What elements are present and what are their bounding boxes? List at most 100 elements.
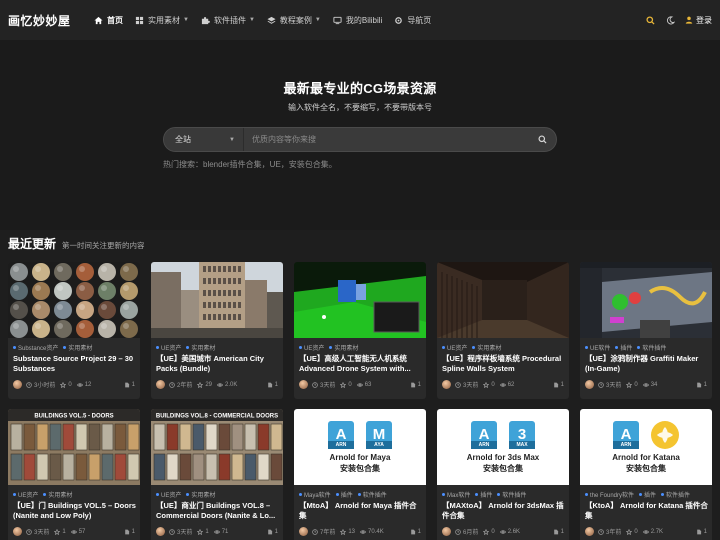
resource-count: 1	[696, 529, 707, 535]
software-package: 安装包合集	[626, 463, 666, 473]
star-count-value: 1	[62, 528, 66, 535]
nav-bilibili[interactable]: 我的Bilibili	[333, 0, 382, 40]
card-tag[interactable]: 软件插件	[502, 490, 526, 499]
avatar[interactable]	[13, 527, 22, 536]
monitor-icon	[333, 16, 342, 24]
card-tag[interactable]: 实用素材	[191, 490, 215, 499]
card-thumbnail[interactable]: BUILDINGS VOL.8 - COMMERCIAL DOORS	[151, 409, 283, 485]
avatar[interactable]	[585, 380, 594, 389]
card-tag[interactable]: 实用素材	[334, 343, 358, 352]
card-title[interactable]: 【UE】高级人工智能无人机系统 Advanced Drone System wi…	[299, 354, 423, 374]
site-logo[interactable]: 画忆妙妙屋	[8, 12, 90, 29]
card-tag[interactable]: the Foundry软件	[590, 490, 634, 499]
card-tag[interactable]: 软件插件	[363, 490, 387, 499]
card-tag[interactable]: 实用素材	[191, 343, 215, 352]
card-tag[interactable]: UE资产	[447, 343, 467, 352]
nav-materials[interactable]: 实用素材 ▼	[135, 0, 189, 40]
card-title[interactable]: 【KtoA】 Arnold for Katana 插件合集	[585, 501, 709, 521]
software-name: Arnold for Katana	[612, 452, 680, 462]
card-thumbnail[interactable]	[151, 262, 283, 338]
card-tag[interactable]: UE资产	[18, 490, 38, 499]
post-card[interactable]: UE资产 实用素材 【UE】美国城市 American City Packs (B…	[151, 262, 283, 399]
nav-tutorials[interactable]: 教程案例 ▼	[267, 0, 321, 40]
resource-count: 1	[553, 382, 564, 388]
search-input[interactable]	[244, 128, 528, 151]
avatar[interactable]	[442, 527, 451, 536]
card-title[interactable]: Substance Source Project 29 – 30 Substan…	[13, 354, 137, 374]
card-tag[interactable]: 实用素材	[48, 490, 72, 499]
resource-count-value: 1	[703, 528, 707, 535]
search-scope-select[interactable]: 全站 ▼	[164, 128, 244, 151]
post-card[interactable]: UE软件 插件 软件插件 【UE】涂鸦制作器 Graffiti Maker (In-…	[580, 262, 712, 399]
avatar[interactable]	[156, 527, 165, 536]
card-thumbnail[interactable]: A ARN M AYA Arnold for Maya 安装包合集	[294, 409, 426, 485]
card-tag[interactable]: 插件	[341, 490, 353, 499]
card-title[interactable]: 【UE】商业门 Buildings VOL.8 – Commercial Doo…	[156, 501, 280, 521]
avatar[interactable]	[585, 527, 594, 536]
card-tag[interactable]: Max软件	[447, 490, 470, 499]
post-card[interactable]: A ARN M AYA Arnold for Maya 安装包合集 Maya软件 插件 软…	[294, 409, 426, 540]
card-tags: UE软件 插件 软件插件	[585, 343, 666, 352]
clock-icon	[598, 381, 604, 388]
card-title[interactable]: 【MAXtoA】 Arnold for 3dsMax 插件合集	[442, 501, 566, 521]
hero-subtitle: 输入软件全名，不要缩写，不要带版本号	[288, 103, 432, 112]
card-title[interactable]: 【MtoA】 Arnold for Maya 插件合集	[299, 501, 423, 521]
post-card[interactable]: A ARN 3 MAX Arnold for 3ds Max 安装包合集 Max软件 插…	[437, 409, 569, 540]
card-thumbnail[interactable]	[294, 262, 426, 338]
avatar[interactable]	[299, 527, 308, 536]
file-icon	[696, 382, 701, 387]
avatar[interactable]	[299, 380, 308, 389]
view-count: 34	[642, 382, 657, 388]
section-subtitle: 第一时间关注更新的内容	[62, 241, 145, 250]
search-button[interactable]	[528, 128, 556, 151]
nav-home[interactable]: 首页	[94, 0, 123, 40]
card-tag[interactable]: Substance资产	[18, 343, 58, 352]
card-thumbnail[interactable]: BUILDINGS VOL.5 - DOORS	[8, 409, 140, 485]
avatar[interactable]	[442, 380, 451, 389]
card-tag[interactable]: 插件	[620, 343, 632, 352]
tag-dot-icon	[661, 493, 665, 496]
card-tag[interactable]: 插件	[480, 490, 492, 499]
software-logo-icon: 3 MAX	[509, 420, 535, 449]
nav-guide[interactable]: 导航页	[394, 0, 431, 40]
card-tag[interactable]: 软件插件	[666, 490, 690, 499]
post-time: 3天前	[312, 380, 335, 389]
post-card[interactable]: BUILDINGS VOL.8 - COMMERCIAL DOORS UE资产 实…	[151, 409, 283, 540]
card-tag[interactable]: 实用素材	[477, 343, 501, 352]
card-tag[interactable]: 插件	[644, 490, 656, 499]
post-card[interactable]: BUILDINGS VOL.5 - DOORS UE资产 实用素材 【UE】门 B…	[8, 409, 140, 540]
card-tag[interactable]: 实用素材	[68, 343, 92, 352]
card-thumbnail[interactable]	[8, 262, 140, 338]
card-tag[interactable]: UE资产	[304, 343, 324, 352]
star-count: 0	[60, 381, 72, 388]
card-tag[interactable]: Maya软件	[304, 490, 331, 499]
avatar[interactable]	[156, 380, 165, 389]
post-card[interactable]: UE资产 实用素材 【UE】高级人工智能无人机系统 Advanced Drone …	[294, 262, 426, 399]
card-title[interactable]: 【UE】门 Buildings VOL.5 – Doors (Nanite an…	[13, 501, 137, 521]
card-tag[interactable]: UE资产	[161, 490, 181, 499]
post-card[interactable]: Substance资产 实用素材 Substance Source Project…	[8, 262, 140, 399]
card-thumbnail[interactable]: A ARN 3 MAX Arnold for 3ds Max 安装包合集	[437, 409, 569, 485]
card-title[interactable]: 【UE】程序样板墙系统 Procedural Spline Walls Syst…	[442, 354, 566, 374]
moon-icon[interactable]	[661, 11, 679, 29]
card-tag[interactable]: 软件插件	[642, 343, 666, 352]
card-tag[interactable]: UE资产	[161, 343, 181, 352]
card-title[interactable]: 【UE】美国城市 American City Packs (Bundle)	[156, 354, 280, 374]
card-meta: 3年前 0 2.7K 1	[585, 527, 707, 536]
tag-dot-icon	[639, 493, 643, 496]
post-card[interactable]: A ARN Arnold for Katana 安装包合集 the Foundry…	[580, 409, 712, 540]
clock-icon	[169, 381, 175, 388]
card-thumbnail[interactable]: A ARN Arnold for Katana 安装包合集	[580, 409, 712, 485]
post-card[interactable]: UE资产 实用素材 【UE】程序样板墙系统 Procedural Spline W…	[437, 262, 569, 399]
card-tag[interactable]: UE软件	[590, 343, 610, 352]
grid-icon	[135, 16, 144, 24]
card-thumbnail[interactable]	[580, 262, 712, 338]
login-button[interactable]: 登录	[685, 15, 712, 26]
nav-plugins[interactable]: 软件插件 ▼	[201, 0, 255, 40]
avatar[interactable]	[13, 380, 22, 389]
card-meta: 3天前 0 34 1	[585, 380, 707, 389]
card-title[interactable]: 【UE】涂鸦制作器 Graffiti Maker (In-Game)	[585, 354, 709, 374]
card-thumbnail[interactable]	[437, 262, 569, 338]
search-icon[interactable]	[641, 11, 659, 29]
nav-bilibili-label: 我的Bilibili	[345, 15, 383, 25]
